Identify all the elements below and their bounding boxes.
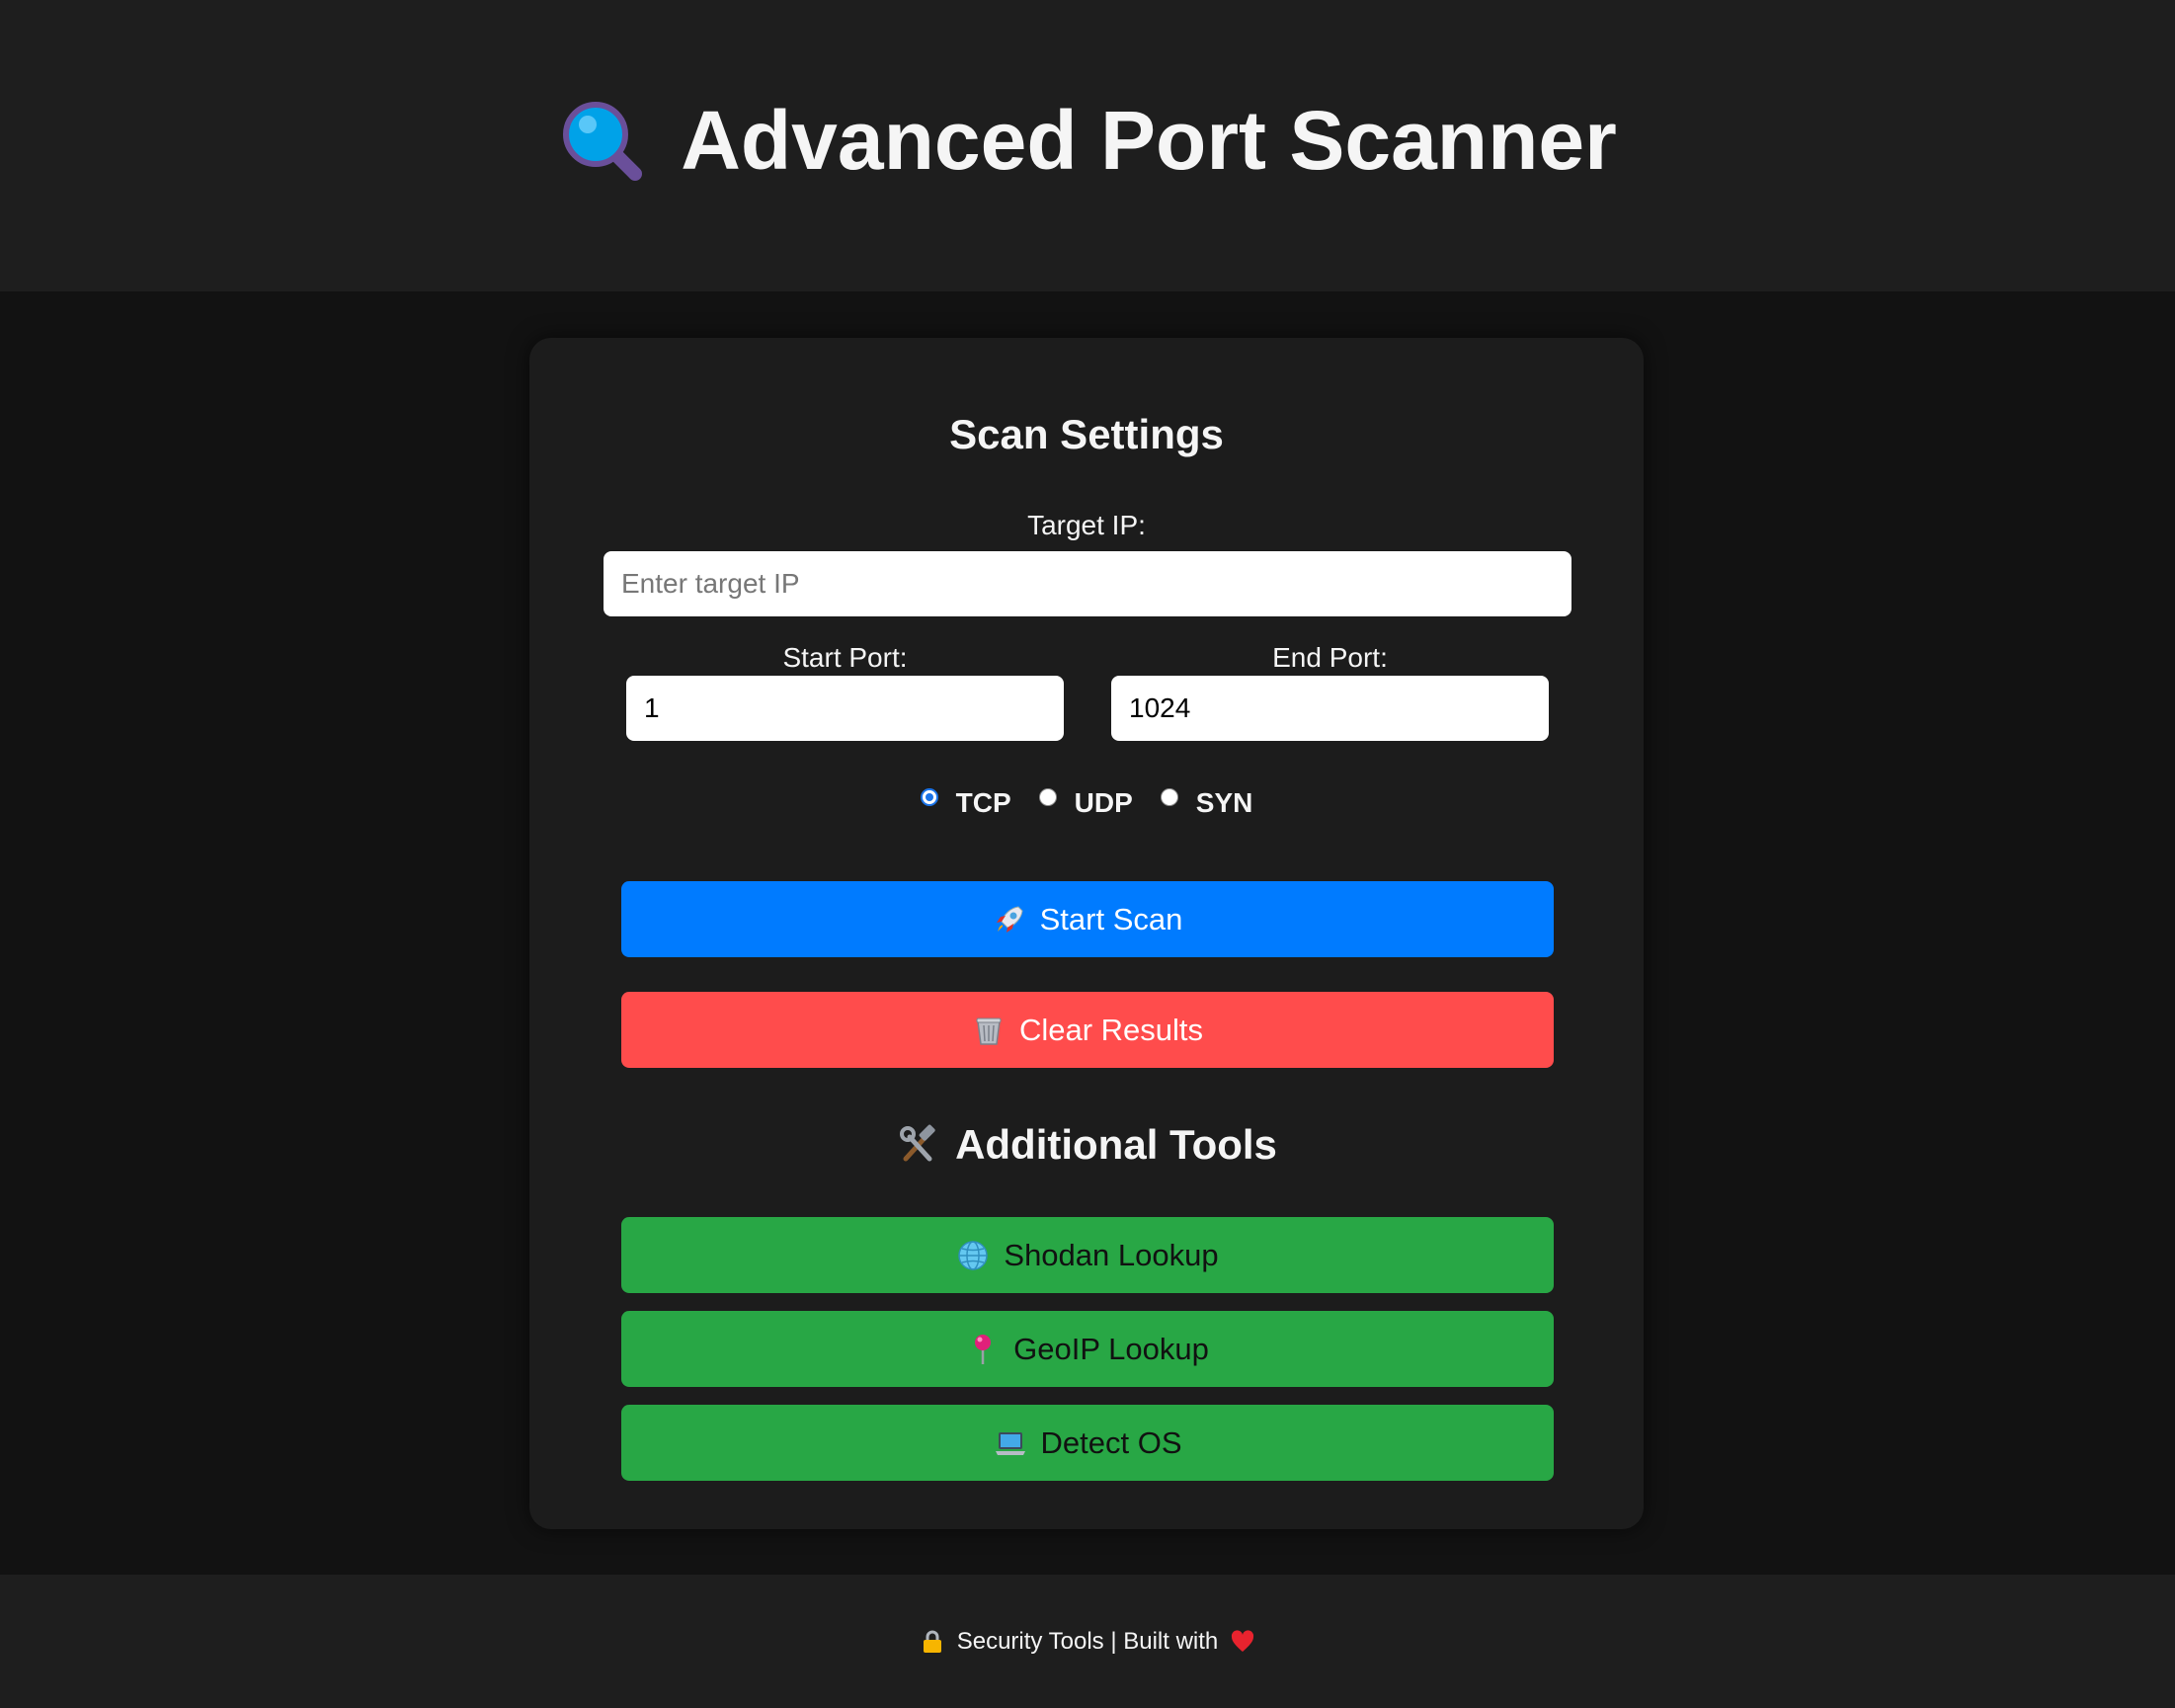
clear-results-label: Clear Results bbox=[1018, 1012, 1204, 1047]
start-scan-label: Start Scan bbox=[1039, 901, 1183, 936]
start-scan-button[interactable]: Start Scan bbox=[621, 881, 1554, 957]
tcp-radio-label: TCP bbox=[955, 787, 1011, 818]
hammer-wrench-icon bbox=[896, 1123, 939, 1167]
page-header: Advanced Port Scanner bbox=[0, 0, 2175, 291]
page-footer: Security Tools | Built with bbox=[0, 1575, 2175, 1708]
footer-text: Security Tools | Built with bbox=[956, 1627, 1219, 1655]
target-ip-input[interactable] bbox=[604, 551, 1571, 616]
shodan-lookup-label: Shodan Lookup bbox=[1004, 1237, 1219, 1272]
page-title-row: Advanced Port Scanner bbox=[558, 93, 1617, 189]
udp-radio-label: UDP bbox=[1074, 787, 1133, 818]
additional-tools-label: Additional Tools bbox=[955, 1121, 1277, 1168]
rocket-icon bbox=[993, 903, 1026, 936]
syn-radio-label: SYN bbox=[1195, 787, 1253, 818]
detect-os-button[interactable]: Detect OS bbox=[621, 1405, 1554, 1481]
syn-radio[interactable] bbox=[1160, 788, 1178, 806]
heart-icon bbox=[1230, 1629, 1255, 1655]
start-port-label: Start Port: bbox=[782, 642, 908, 673]
magnifying-glass-icon bbox=[558, 97, 647, 186]
protocol-radio-group: TCP UDP SYN bbox=[529, 787, 1644, 819]
tcp-radio[interactable] bbox=[920, 788, 938, 806]
protocol-option-syn[interactable]: SYN bbox=[1160, 787, 1253, 819]
geoip-lookup-label: GeoIP Lookup bbox=[1013, 1331, 1209, 1366]
detect-os-label: Detect OS bbox=[1040, 1424, 1182, 1460]
target-ip-label: Target IP: bbox=[1027, 510, 1146, 540]
geoip-lookup-button[interactable]: GeoIP Lookup bbox=[621, 1311, 1554, 1387]
globe-icon bbox=[956, 1239, 990, 1272]
wastebasket-icon bbox=[972, 1014, 1006, 1047]
start-port-input[interactable] bbox=[626, 676, 1064, 741]
scan-settings-card: Scan Settings Target IP: Start Port: End… bbox=[529, 338, 1644, 1529]
clear-results-button[interactable]: Clear Results bbox=[621, 992, 1554, 1068]
scan-settings-title: Scan Settings bbox=[949, 411, 1224, 457]
protocol-option-udp[interactable]: UDP bbox=[1038, 787, 1133, 819]
protocol-option-tcp[interactable]: TCP bbox=[920, 787, 1011, 819]
udp-radio[interactable] bbox=[1038, 788, 1057, 806]
page-title: Advanced Port Scanner bbox=[681, 94, 1617, 187]
shodan-lookup-button[interactable]: Shodan Lookup bbox=[621, 1217, 1554, 1293]
end-port-input[interactable] bbox=[1111, 676, 1549, 741]
laptop-icon bbox=[994, 1426, 1027, 1460]
lock-icon bbox=[920, 1629, 945, 1655]
pushpin-icon bbox=[966, 1333, 1000, 1366]
end-port-label: End Port: bbox=[1272, 642, 1388, 673]
additional-tools-title: Additional Tools bbox=[529, 1121, 1644, 1169]
